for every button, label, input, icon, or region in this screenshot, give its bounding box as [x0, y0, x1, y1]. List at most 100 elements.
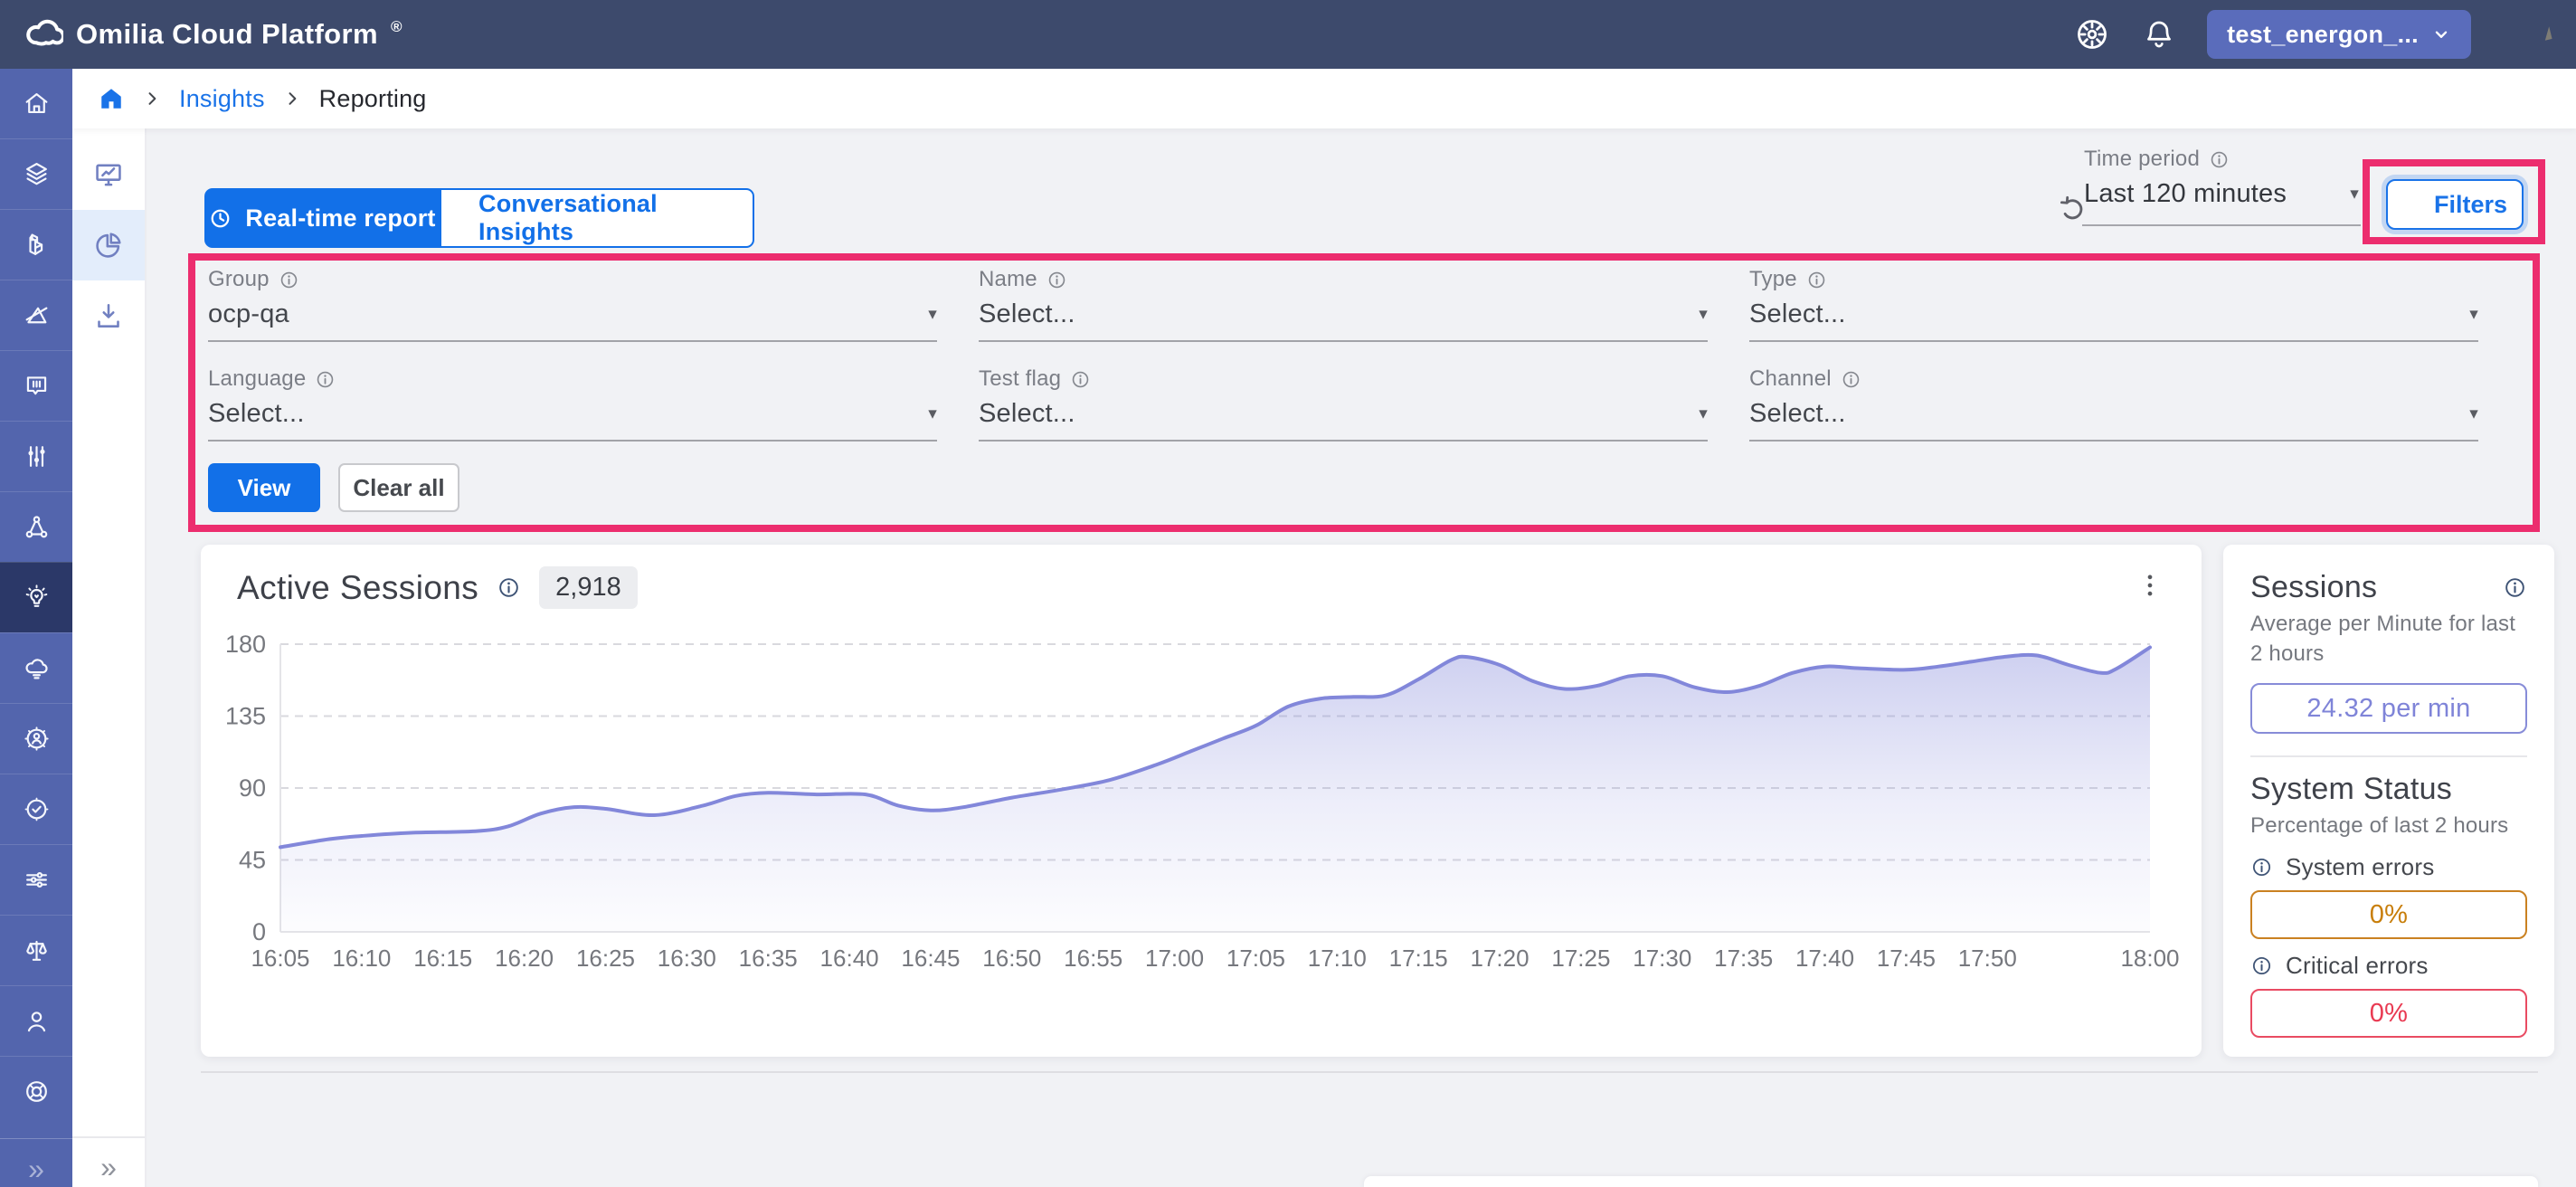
tab-real-time-report[interactable]: Real-time report	[204, 188, 440, 248]
info-icon[interactable]	[1841, 369, 1861, 390]
system-errors-label: System errors	[2286, 853, 2434, 881]
settings-gear-icon[interactable]	[2073, 15, 2111, 53]
scales-icon	[23, 936, 51, 964]
filter-field-group: Groupocp-qa▾	[208, 266, 937, 346]
info-icon[interactable]	[315, 369, 336, 390]
subsidebar-item-pie-chart[interactable]	[72, 210, 145, 280]
main-content: Real-time report Conversational Insights…	[147, 128, 2576, 1187]
info-icon[interactable]	[2503, 575, 2527, 600]
user-icon	[23, 1007, 51, 1035]
layers-icon	[23, 160, 51, 188]
info-icon[interactable]	[1806, 270, 1827, 290]
info-icon[interactable]	[2250, 856, 2273, 878]
home-icon[interactable]	[98, 85, 125, 112]
field-select-name[interactable]: Select...▾	[979, 293, 1708, 335]
dropdown-caret-icon: ▾	[928, 404, 937, 424]
chevron-right-icon	[283, 90, 301, 108]
sidebar-item-ruler-triangle[interactable]	[0, 280, 72, 350]
funnel-icon	[2402, 194, 2425, 216]
field-select-test-flag[interactable]: Select...▾	[979, 393, 1708, 434]
info-icon[interactable]	[2209, 149, 2230, 170]
sidebar-item-home[interactable]	[0, 69, 72, 138]
dropdown-caret-icon: ▾	[2469, 304, 2478, 325]
tab-conversational-insights[interactable]: Conversational Insights	[440, 188, 754, 248]
sidebar-item-blocks[interactable]	[0, 209, 72, 280]
svg-text:17:40: 17:40	[1795, 945, 1854, 972]
kebab-menu-icon[interactable]	[2136, 572, 2164, 603]
sidebar-item-badge-check[interactable]	[0, 774, 72, 844]
svg-text:17:35: 17:35	[1714, 945, 1773, 972]
chart-header: Active Sessions 2,918	[237, 566, 638, 609]
circuit-icon	[23, 866, 51, 894]
sidebar-item-network[interactable]	[0, 491, 72, 562]
filter-fields: Groupocp-qa▾NameSelect...▾TypeSelect...▾…	[208, 266, 2478, 445]
svg-text:16:25: 16:25	[576, 945, 635, 972]
critical-errors-label: Critical errors	[2286, 952, 2429, 980]
svg-text:16:45: 16:45	[901, 945, 960, 972]
field-select-type[interactable]: Select... ▾	[1749, 293, 2478, 335]
view-button[interactable]: View	[208, 463, 320, 512]
svg-text:16:20: 16:20	[495, 945, 554, 972]
sidebar-item-announcement[interactable]	[0, 350, 72, 421]
sidebar-item-scales[interactable]	[0, 915, 72, 985]
chevron-down-icon	[2431, 24, 2451, 44]
time-period-value: Last 120 minutes	[2084, 179, 2287, 209]
field-label: Group	[208, 267, 270, 292]
sidebar-item-gear-user[interactable]	[0, 703, 72, 774]
svg-text:17:05: 17:05	[1226, 945, 1285, 972]
sessions-title: Sessions	[2250, 570, 2377, 605]
notifications-bell-icon[interactable]	[2142, 17, 2176, 52]
filter-field-test-flag: Test flagSelect...▾	[979, 366, 1708, 445]
breadcrumb-link-insights[interactable]: Insights	[179, 85, 265, 113]
next-card-edge	[1364, 1176, 2538, 1187]
info-icon[interactable]	[2250, 954, 2273, 977]
pie-chart-icon	[92, 229, 125, 261]
tenant-name: test_energon_...	[2227, 21, 2419, 49]
svg-text:16:30: 16:30	[658, 945, 716, 972]
sidebar-item-circuit[interactable]	[0, 844, 72, 915]
filter-actions: View Clear all	[208, 463, 459, 512]
clear-all-button[interactable]: Clear all	[338, 463, 459, 512]
field-select-channel[interactable]: Select...▾	[1749, 393, 2478, 434]
subsidebar-item-monitor-chart[interactable]	[72, 139, 145, 210]
subsidebar-item-download[interactable]	[72, 280, 145, 351]
field-select-group[interactable]: ocp-qa▾	[208, 293, 937, 335]
cloud-icon	[23, 654, 51, 682]
clock-icon	[208, 206, 232, 231]
primary-sidebar-collapse-chevrons[interactable]: »	[0, 1151, 72, 1187]
topbar: Omilia Cloud Platform ® test_energon_...	[0, 0, 2576, 69]
field-underline	[208, 340, 937, 342]
filter-field-channel: ChannelSelect...▾	[1749, 366, 2478, 445]
cloud-logo-icon	[22, 14, 63, 55]
tab-label: Real-time report	[245, 204, 435, 233]
sidebar-item-sliders[interactable]	[0, 421, 72, 491]
info-icon[interactable]	[1070, 369, 1091, 390]
sidebar-item-life-ring[interactable]	[0, 1056, 72, 1126]
field-select-language[interactable]: Select...▾	[208, 393, 937, 434]
breadcrumb: Insights Reporting	[72, 69, 2576, 128]
sidebar-item-user[interactable]	[0, 985, 72, 1056]
sidebar-item-layers[interactable]	[0, 138, 72, 209]
info-icon[interactable]	[497, 575, 521, 600]
svg-text:17:15: 17:15	[1389, 945, 1448, 972]
tenant-dropdown[interactable]: test_energon_...	[2207, 10, 2471, 59]
svg-text:16:15: 16:15	[413, 945, 472, 972]
filters-button[interactable]: Filters	[2386, 179, 2524, 230]
secondary-sidebar-collapse-chevrons[interactable]: »	[72, 1147, 145, 1187]
svg-text:90: 90	[239, 774, 266, 802]
svg-text:16:05: 16:05	[251, 945, 309, 972]
system-errors-value-pill: 0%	[2250, 890, 2527, 939]
sidebar-item-lightbulb[interactable]	[0, 562, 72, 632]
info-icon[interactable]	[279, 270, 299, 290]
sidebar-item-cloud[interactable]	[0, 632, 72, 703]
time-period-select[interactable]: Last 120 minutes ▾	[2084, 179, 2359, 209]
section-divider	[201, 1071, 2538, 1073]
svg-text:16:40: 16:40	[820, 945, 879, 972]
svg-text:17:00: 17:00	[1145, 945, 1204, 972]
topbar-actions: test_energon_...	[2073, 10, 2576, 59]
info-icon[interactable]	[1046, 270, 1067, 290]
field-underline	[979, 440, 1708, 442]
field-label: Type	[1749, 267, 1797, 292]
field-value: Select...	[1749, 299, 1846, 329]
monitor-chart-icon	[92, 158, 125, 191]
